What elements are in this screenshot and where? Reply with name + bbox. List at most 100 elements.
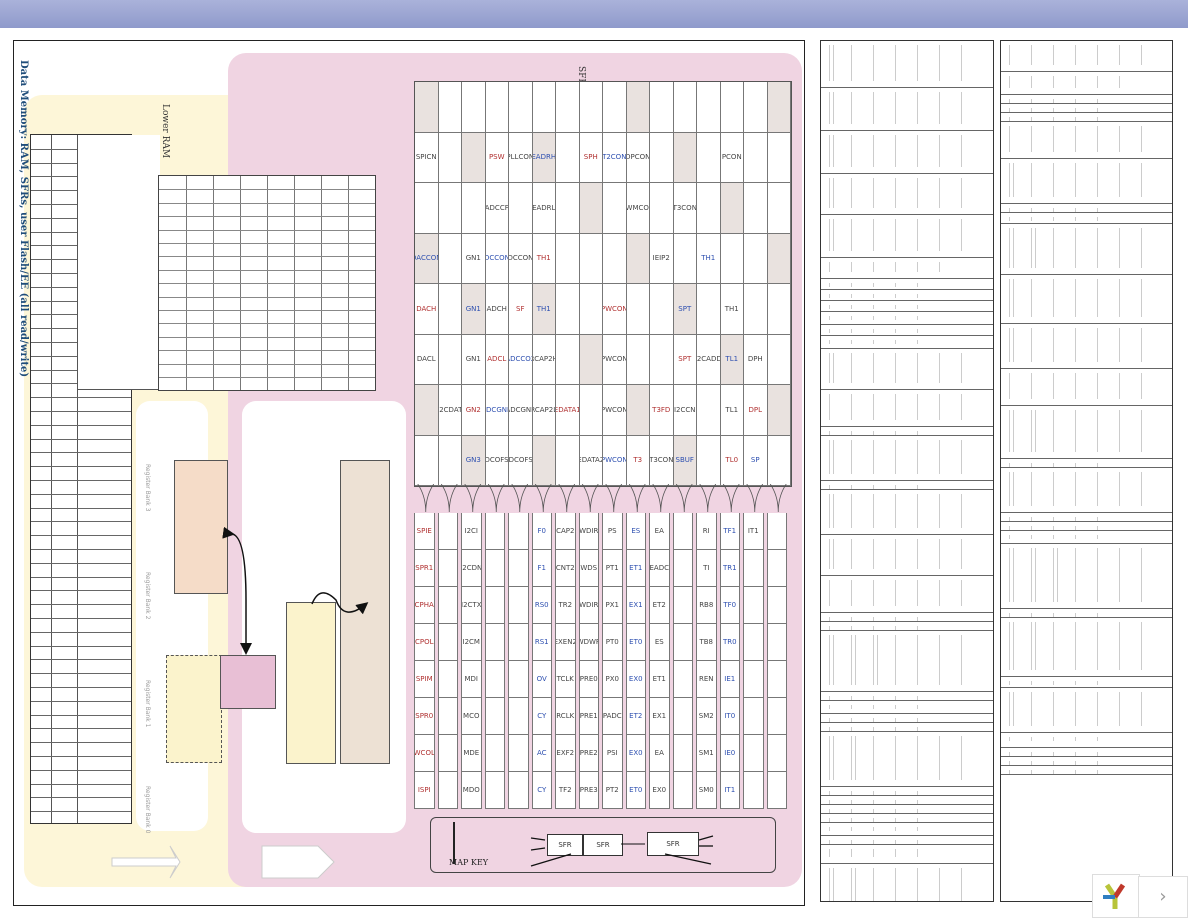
sfr-cell bbox=[579, 334, 603, 385]
sfr-bit-cell: PX0 bbox=[602, 661, 623, 698]
notes-text-mark bbox=[1031, 108, 1032, 112]
sfr-bit-cell bbox=[672, 587, 693, 624]
sfr-cell-label: SPT bbox=[678, 304, 692, 313]
notes-text-mark bbox=[1013, 163, 1014, 197]
sfr-bit-label: RCLK bbox=[556, 712, 575, 720]
notes-text-mark bbox=[829, 485, 830, 489]
sfr-bit-cell: ISPI bbox=[414, 772, 435, 809]
sfr-cell: DPL bbox=[744, 385, 768, 436]
notes-row bbox=[821, 215, 993, 258]
notes-text-mark bbox=[1009, 108, 1010, 112]
sfr-cell-label: DPH bbox=[747, 355, 763, 364]
notes-text-mark bbox=[851, 305, 852, 309]
notes-text-mark bbox=[873, 617, 874, 621]
app-logo bbox=[1092, 874, 1140, 918]
sfr-cell-label: T2CON bbox=[603, 153, 627, 162]
notes-text-mark bbox=[939, 45, 940, 81]
sfr-bit-label: WDS bbox=[580, 564, 598, 572]
notes-text-mark bbox=[1009, 217, 1010, 221]
notes-text-mark bbox=[1075, 117, 1076, 121]
notes-row bbox=[821, 613, 993, 622]
notes-text-mark bbox=[851, 868, 852, 901]
notes-text-mark bbox=[851, 736, 852, 780]
sfr-cell bbox=[415, 82, 439, 133]
connector-line bbox=[699, 484, 717, 513]
notes-text-mark bbox=[895, 219, 896, 251]
sfr-cell bbox=[744, 183, 768, 234]
notes-text-mark bbox=[1141, 622, 1142, 670]
notes-text-mark bbox=[829, 219, 830, 251]
notes-text-mark bbox=[1097, 692, 1098, 726]
notes-text-mark bbox=[1097, 108, 1098, 112]
sfr-bit-cell: IE1 bbox=[719, 661, 740, 698]
notes-text-mark bbox=[1075, 217, 1076, 221]
connector-line bbox=[652, 484, 670, 513]
notes-text-mark bbox=[1075, 279, 1076, 317]
notes-text-mark bbox=[1119, 548, 1120, 602]
sfr-cell: TL1 bbox=[720, 334, 744, 385]
notes-text-mark bbox=[873, 818, 874, 822]
notes-row bbox=[1001, 224, 1172, 275]
notes-text-mark bbox=[1031, 279, 1032, 317]
notes-text-mark bbox=[851, 718, 852, 722]
notes-text-mark bbox=[851, 705, 852, 709]
sfr-cell bbox=[415, 435, 439, 486]
notes-text-mark bbox=[1009, 761, 1010, 765]
next-slide-button[interactable]: › bbox=[1138, 876, 1188, 918]
sfr-cell: PCON bbox=[720, 132, 744, 183]
notes-text-mark bbox=[961, 539, 962, 569]
notes-text-mark bbox=[917, 329, 918, 333]
sfr-bit-connectors bbox=[417, 484, 787, 513]
sfr-bit-cell: SPIM bbox=[414, 661, 435, 698]
notes-row bbox=[821, 701, 993, 714]
notes-text-mark bbox=[1075, 410, 1076, 452]
notes-row bbox=[821, 481, 993, 490]
notes-text-mark bbox=[1031, 517, 1032, 521]
sfr-bit-label: CPHA bbox=[414, 601, 434, 609]
sfr-bit-cell bbox=[484, 735, 505, 772]
notes-text-mark bbox=[829, 718, 830, 722]
sfr-bit-label: PSI bbox=[606, 749, 618, 757]
notes-text-mark bbox=[961, 92, 962, 124]
sfr-bit-label: IT0 bbox=[724, 712, 736, 720]
notes-text-mark bbox=[851, 135, 852, 167]
sfr-bit-cell bbox=[743, 772, 764, 809]
notes-row bbox=[821, 845, 993, 864]
notes-text-mark bbox=[1053, 208, 1054, 212]
sfr-cell bbox=[556, 334, 580, 385]
sfr-cell: T3 bbox=[626, 435, 650, 486]
notes-row bbox=[1001, 275, 1172, 324]
notes-text-mark bbox=[1053, 328, 1054, 362]
notes-text-mark bbox=[873, 580, 874, 606]
notes-row bbox=[1001, 677, 1172, 688]
sfr-cell bbox=[485, 82, 509, 133]
notes-text-mark bbox=[1013, 279, 1014, 317]
sfr-cell: EDATA2 bbox=[579, 435, 603, 486]
sfr-cell: SPT bbox=[673, 284, 697, 335]
sfr-bit-cell bbox=[766, 735, 787, 772]
notes-row bbox=[821, 535, 993, 576]
notes-text-mark bbox=[1053, 548, 1054, 602]
notes-text-mark bbox=[895, 696, 896, 700]
notes-text-mark bbox=[895, 849, 896, 857]
notes-text-mark bbox=[1075, 622, 1076, 670]
sfr-cell-label: ADCCO2 bbox=[509, 355, 532, 364]
notes-text-mark bbox=[895, 340, 896, 344]
notes-text-mark bbox=[1075, 373, 1076, 399]
notes-text-mark bbox=[829, 305, 830, 309]
map-key-legend: MAP KEY SFR SFR SFR bbox=[430, 817, 776, 873]
notes-text-mark bbox=[895, 818, 896, 822]
notes-row bbox=[821, 258, 993, 279]
notes-row bbox=[821, 823, 993, 836]
notes-row bbox=[821, 325, 993, 336]
notes-text-mark bbox=[917, 818, 918, 822]
notes-text-mark bbox=[1119, 622, 1120, 670]
notes-text-mark bbox=[829, 440, 830, 474]
connector-line bbox=[464, 484, 482, 513]
notes-text-mark bbox=[829, 827, 830, 831]
notes-text-mark bbox=[851, 727, 852, 731]
notes-text-mark bbox=[873, 316, 874, 320]
sfr-bit-cell bbox=[437, 735, 458, 772]
notes-row bbox=[1001, 406, 1172, 459]
notes-text-mark bbox=[1075, 770, 1076, 774]
